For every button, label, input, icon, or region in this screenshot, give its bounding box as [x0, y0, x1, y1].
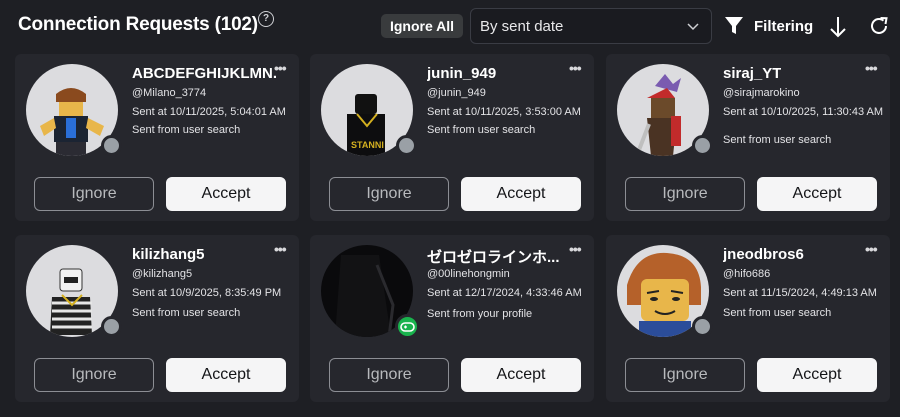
- more-options-icon[interactable]: •••: [865, 241, 885, 257]
- presence-offline-dot: [396, 135, 417, 156]
- ignore-button[interactable]: Ignore: [329, 358, 449, 392]
- presence-offline-dot: [692, 316, 713, 337]
- request-source: Sent from user search: [427, 124, 536, 136]
- username[interactable]: ゼロゼロラインホ...: [427, 246, 560, 267]
- user-handle: @hifo686: [723, 268, 771, 280]
- request-card: ABCDEFGHIJKLMN... ••• @Milano_3774 Sent …: [15, 54, 299, 221]
- more-options-icon[interactable]: •••: [865, 60, 885, 76]
- sort-dropdown[interactable]: By sent date: [470, 8, 712, 44]
- sent-time: Sent at 10/9/2025, 8:35:49 PM: [132, 287, 282, 299]
- sent-time: Sent at 10/11/2025, 5:04:01 AM: [132, 106, 286, 118]
- username[interactable]: siraj_YT: [723, 65, 781, 82]
- request-card: jneodbros6 ••• @hifo686 Sent at 11/15/20…: [606, 235, 890, 402]
- user-handle: @sirajmarokino: [723, 87, 800, 99]
- request-card: STANNI junin_949 ••• @junin_949 Sent at …: [310, 54, 594, 221]
- arrow-down-icon[interactable]: [828, 16, 848, 38]
- accept-button[interactable]: Accept: [166, 177, 286, 211]
- accept-button[interactable]: Accept: [461, 358, 581, 392]
- request-source: Sent from user search: [132, 307, 241, 319]
- ignore-all-button[interactable]: Ignore All: [381, 14, 463, 38]
- username[interactable]: junin_949: [427, 65, 496, 82]
- sent-time: Sent at 10/10/2025, 11:30:43 AM: [723, 106, 884, 118]
- more-options-icon[interactable]: •••: [569, 60, 589, 76]
- request-source: Sent from user search: [723, 307, 832, 319]
- help-icon[interactable]: ?: [258, 11, 274, 27]
- request-card: siraj_YT ••• @sirajmarokino Sent at 10/1…: [606, 54, 890, 221]
- presence-offline-dot: [101, 316, 122, 337]
- accept-button[interactable]: Accept: [757, 358, 877, 392]
- filtering-button[interactable]: Filtering: [724, 14, 816, 40]
- accept-button[interactable]: Accept: [757, 177, 877, 211]
- refresh-icon[interactable]: [868, 15, 890, 37]
- page-title: Connection Requests (102): [18, 14, 258, 35]
- more-options-icon[interactable]: •••: [274, 241, 294, 257]
- in-game-icon: [395, 314, 420, 339]
- request-source: Sent from user search: [132, 124, 241, 136]
- ignore-button[interactable]: Ignore: [625, 177, 745, 211]
- presence-offline-dot: [692, 135, 713, 156]
- ignore-button[interactable]: Ignore: [34, 177, 154, 211]
- accept-button[interactable]: Accept: [166, 358, 286, 392]
- presence-offline-dot: [101, 135, 122, 156]
- user-handle: @Milano_3774: [132, 87, 207, 99]
- sent-time: Sent at 11/15/2024, 4:49:13 AM: [723, 287, 877, 299]
- filtering-label: Filtering: [754, 18, 814, 35]
- accept-button[interactable]: Accept: [461, 177, 581, 211]
- chevron-down-icon: [687, 23, 699, 31]
- request-card: ゼロゼロラインホ... ••• @00linehongmin Sent at 1…: [310, 235, 594, 402]
- request-card: kilizhang5 ••• @kilizhang5 Sent at 10/9/…: [15, 235, 299, 402]
- request-source: Sent from user search: [723, 134, 832, 146]
- sent-time: Sent at 12/17/2024, 4:33:46 AM: [427, 287, 582, 299]
- username[interactable]: ABCDEFGHIJKLMN...: [132, 65, 277, 82]
- user-handle: @junin_949: [427, 87, 486, 99]
- username[interactable]: kilizhang5: [132, 246, 205, 263]
- request-source: Sent from your profile: [427, 308, 533, 320]
- ignore-button[interactable]: Ignore: [329, 177, 449, 211]
- ignore-button[interactable]: Ignore: [34, 358, 154, 392]
- user-handle: @00linehongmin: [427, 268, 510, 280]
- header: Connection Requests (102) ? Ignore All B…: [0, 0, 900, 52]
- avatar-shirt-text: STANNI: [351, 140, 384, 150]
- user-handle: @kilizhang5: [132, 268, 193, 280]
- sent-time: Sent at 10/11/2025, 3:53:00 AM: [427, 106, 581, 118]
- more-options-icon[interactable]: •••: [274, 60, 294, 76]
- ignore-button[interactable]: Ignore: [625, 358, 745, 392]
- more-options-icon[interactable]: •••: [569, 241, 589, 257]
- filter-icon: [725, 17, 743, 34]
- username[interactable]: jneodbros6: [723, 246, 804, 263]
- sort-dropdown-value: By sent date: [480, 18, 564, 35]
